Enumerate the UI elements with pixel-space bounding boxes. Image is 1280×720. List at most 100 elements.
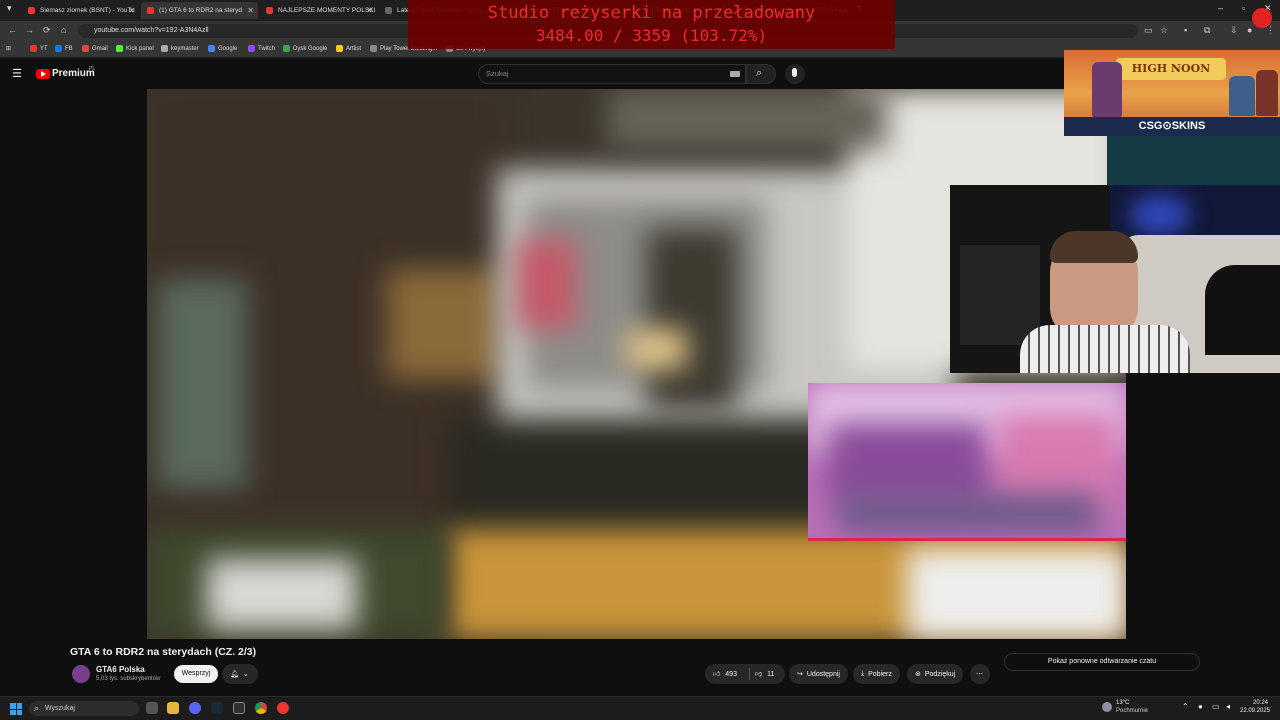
back-icon[interactable]: ← xyxy=(8,25,17,35)
forward-icon[interactable]: → xyxy=(25,25,34,35)
task-view-icon[interactable] xyxy=(146,702,158,714)
more-dots-icon: ⋯ xyxy=(976,671,983,678)
divider xyxy=(749,668,750,680)
search-input[interactable]: Szukaj xyxy=(478,64,746,84)
chevron-down-icon: ⌄ xyxy=(242,671,249,678)
video-title: GTA 6 to RDR2 na sterydach (CZ. 2/3) xyxy=(70,646,257,658)
tab-close-icon[interactable]: ✕ xyxy=(247,6,254,15)
windows-start-icon[interactable] xyxy=(10,703,22,715)
microphone-tray-icon[interactable]: ● xyxy=(1198,702,1203,711)
search-button[interactable]: ⌕ xyxy=(746,64,776,84)
download-label: Pobierz xyxy=(868,670,892,678)
chat-replay-button[interactable]: Pokaż ponowne odtwarzanie czatu xyxy=(1004,653,1200,671)
overlay-line-1: Studio reżyserki na przeładowany xyxy=(487,3,816,23)
bookmark-label: YT xyxy=(40,45,48,52)
notifications-button[interactable]: 🔔︎ ⌄ xyxy=(222,664,258,684)
tab-favicon-icon xyxy=(28,7,35,14)
hamburger-menu-icon[interactable]: ☰ xyxy=(12,67,22,80)
home-icon[interactable]: ⌂ xyxy=(61,25,66,35)
bookmark-favicon-icon xyxy=(30,45,37,52)
youtube-logo-icon[interactable] xyxy=(36,69,50,79)
bookmark-item[interactable]: Dysk Google xyxy=(283,45,327,52)
menu-dots-icon[interactable]: ⋮ xyxy=(1266,25,1275,36)
network-icon[interactable]: ▭ xyxy=(1212,702,1220,711)
file-explorer-icon[interactable] xyxy=(167,702,179,714)
download-icon: ⤓ xyxy=(861,670,865,677)
steam-icon[interactable] xyxy=(211,702,223,714)
tab-title: Siemasz ziomek (BSNT) - YouTu xyxy=(40,7,135,14)
tab-favicon-icon xyxy=(147,7,154,14)
tab-search-icon[interactable]: ▾ xyxy=(7,3,12,14)
tray-chevron-icon[interactable]: ⌃ xyxy=(1182,702,1189,711)
bookmark-favicon-icon xyxy=(116,45,123,52)
like-button[interactable]: 👍︎ 493 xyxy=(713,669,737,678)
downloads-icon[interactable]: ⇩ xyxy=(1230,25,1238,36)
install-icon[interactable]: ▭ xyxy=(1144,25,1153,36)
channel-name[interactable]: GTA6 Polska xyxy=(96,665,145,674)
taskbar-search-input[interactable]: ⌕ Wyszukaj xyxy=(29,701,139,716)
support-button[interactable]: Wesprzyj xyxy=(174,665,218,683)
region-code: PL xyxy=(89,66,96,72)
bookmark-item[interactable]: keymaster xyxy=(161,45,199,52)
browser-tab[interactable]: NAJLEPSZE MOMENTY POLSKI ✕ xyxy=(260,2,377,19)
search-icon: ⌕ xyxy=(756,67,763,79)
discord-icon[interactable] xyxy=(189,702,201,714)
taskbar-search-placeholder: Wyszukaj xyxy=(45,705,75,712)
download-button[interactable]: ⤓ Pobierz xyxy=(853,664,900,684)
bookmark-item[interactable]: Gmail xyxy=(82,45,108,52)
bookmark-label: FB xyxy=(65,45,73,52)
bookmark-item[interactable]: Twitch xyxy=(248,45,275,52)
bookmark-item[interactable]: Artlist xyxy=(336,45,361,52)
thanks-label: Podziękuj xyxy=(924,670,956,678)
extensions-puzzle-icon[interactable]: ⧉ xyxy=(1204,25,1210,36)
thanks-icon: ⊛ xyxy=(915,671,921,678)
apps-grid-icon[interactable]: ⊞ xyxy=(6,45,11,52)
extension-icon[interactable]: ▪ xyxy=(1184,25,1187,35)
chrome-icon[interactable] xyxy=(255,702,267,714)
tab-favicon-icon xyxy=(266,7,273,14)
ad-brand-label: CSG⊙SKINS xyxy=(1064,117,1280,136)
browser-tab[interactable]: (1) GTA 6 to RDR2 na steryd ✕ xyxy=(141,2,258,19)
clock-time[interactable]: 20:24 xyxy=(1246,700,1268,706)
weather-description: Pochmurnie xyxy=(1116,708,1149,714)
obs-icon[interactable] xyxy=(277,702,289,714)
reload-icon[interactable]: ⟳ xyxy=(43,25,51,36)
bell-icon: 🔔︎ xyxy=(230,671,239,678)
thanks-button[interactable]: ⊛ Podziękuj xyxy=(907,664,964,684)
bookmark-label: Kick panel xyxy=(126,45,154,52)
clock-date[interactable]: 22.09.2025 xyxy=(1240,708,1270,714)
browser-tab[interactable]: Siemasz ziomek (BSNT) - YouTu ✕ xyxy=(22,2,139,19)
terminal-icon[interactable] xyxy=(233,702,245,714)
bookmark-item[interactable]: Google xyxy=(208,45,237,52)
dislike-count: 11 xyxy=(767,671,775,678)
share-button[interactable]: ↪ Udostępnij xyxy=(789,664,848,684)
bookmark-item[interactable]: Kick panel xyxy=(116,45,154,52)
like-dislike-group: 👍︎ 493 👎︎ 11 xyxy=(705,664,785,684)
thumbs-down-icon: 👎︎ xyxy=(755,671,763,678)
more-actions-button[interactable]: ⋯ xyxy=(970,664,990,684)
bookmark-favicon-icon xyxy=(55,45,62,52)
maximize-button[interactable]: ▫ xyxy=(1242,3,1245,13)
share-label: Udostępnij xyxy=(806,670,840,678)
weather-icon[interactable] xyxy=(1102,702,1112,712)
dislike-button[interactable]: 👎︎ 11 xyxy=(755,669,774,678)
minimize-button[interactable]: – xyxy=(1218,3,1223,13)
tab-close-icon[interactable]: ✕ xyxy=(128,6,135,15)
keyboard-icon[interactable] xyxy=(730,71,740,77)
channel-avatar[interactable] xyxy=(72,665,90,683)
voice-search-button[interactable] xyxy=(785,64,805,84)
microphone-icon xyxy=(792,68,797,77)
share-icon: ↪ xyxy=(797,671,803,678)
profile-avatar[interactable]: ● xyxy=(1247,25,1252,35)
bookmark-item[interactable]: FB xyxy=(55,45,73,52)
bookmark-label: Twitch xyxy=(258,45,276,52)
windows-taskbar: ⌕ Wyszukaj 13°C Pochmurnie ⌃ ● ▭ ◂ 20:24… xyxy=(0,696,1280,720)
bookmark-star-icon[interactable]: ☆ xyxy=(1160,25,1168,36)
volume-icon[interactable]: ◂ xyxy=(1226,702,1230,711)
bookmark-label: Google xyxy=(218,45,238,52)
webcam-feed xyxy=(950,185,1280,373)
bookmark-item[interactable]: YT xyxy=(30,45,48,52)
bookmark-favicon-icon xyxy=(82,45,89,52)
tab-close-icon[interactable]: ✕ xyxy=(366,6,373,15)
recording-indicator-icon xyxy=(1252,8,1272,28)
